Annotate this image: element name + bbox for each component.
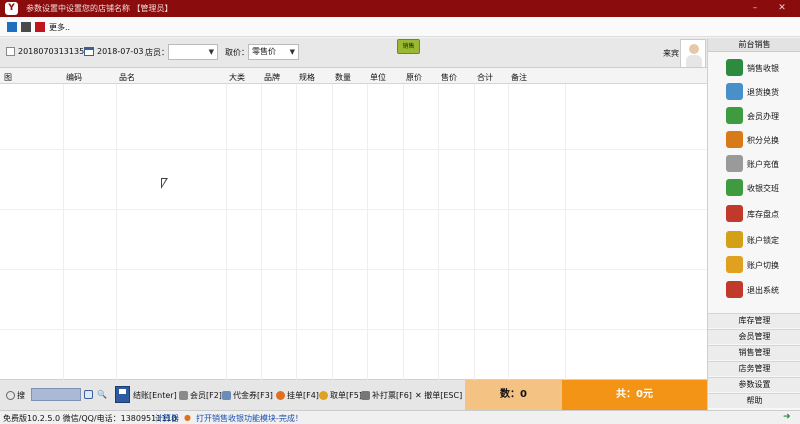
more-themes-link[interactable]: 更多.. — [49, 22, 70, 33]
column-header[interactable]: 数量 — [335, 72, 351, 83]
power-icon — [726, 281, 743, 298]
table-header: 图 编码 品名 大类 品牌 规格 数量 单位 原价 售价 合计 备注 — [0, 69, 707, 84]
status-message: 打开销售收银功能模块-完成！ — [196, 414, 303, 423]
version-info: 免费版10.2.5.0 微信/QQ/电话：13809511110 — [3, 414, 177, 423]
sidebar-item-stocktake[interactable]: 库存盘点 — [726, 204, 798, 224]
add-member-icon — [726, 107, 743, 124]
column-header[interactable]: 规格 — [299, 72, 315, 83]
refresh-icon — [726, 179, 743, 196]
total-amount: 共：0元 — [562, 380, 707, 410]
sidebar-header[interactable]: 前台销售 — [708, 38, 800, 52]
clerk-label: 店员： — [145, 48, 169, 57]
hold-icon — [276, 391, 285, 400]
price-label: 取价： — [225, 48, 249, 57]
title-bar: Y 参数设置中设置您的店铺名称 【管理员】 – ✕ — [0, 0, 800, 17]
column-header[interactable]: 品名 — [119, 72, 135, 83]
minimize-button[interactable]: – — [747, 2, 763, 14]
arrow-right-icon[interactable]: ➜ — [783, 412, 791, 422]
sidebar-item-returns[interactable]: 退货换货 — [726, 82, 798, 102]
sidebar: 前台销售 销售收银 退货换货 会员办理 积分兑换 账户充值 收银交班 库存盘点 … — [707, 38, 800, 410]
calculator-link[interactable]: 计算器 — [155, 413, 179, 424]
sidebar-item-switch-account[interactable]: 账户切换 — [726, 255, 798, 275]
price-type-select[interactable]: 零售价 ▼ — [248, 44, 299, 60]
person-body-icon — [686, 55, 702, 67]
cash-register-icon — [726, 59, 743, 76]
keyboard-icon[interactable] — [84, 390, 95, 399]
menu-settings[interactable]: 参数设置 — [708, 377, 800, 392]
mouse-pointer-icon — [161, 178, 168, 189]
close-button[interactable]: ✕ — [774, 2, 790, 14]
member-button[interactable]: 会员[F2] — [179, 390, 222, 401]
theme-swatch-red[interactable] — [35, 22, 45, 32]
save-icon — [115, 386, 130, 403]
column-header[interactable]: 图 — [4, 72, 12, 83]
document-icon — [6, 47, 15, 56]
sidebar-item-recharge[interactable]: 账户充值 — [726, 154, 798, 174]
clerk-select[interactable]: ▼ — [168, 44, 218, 60]
date-picker[interactable]: 2018-07-03 — [84, 47, 144, 56]
column-header[interactable]: 备注 — [511, 72, 527, 83]
menu-store[interactable]: 店务管理 — [708, 361, 800, 376]
menu-help[interactable]: 帮助 — [708, 393, 800, 408]
menu-sales[interactable]: 销售管理 — [708, 345, 800, 360]
chevron-down-icon: ▼ — [289, 48, 295, 56]
menu-members[interactable]: 会员管理 — [708, 329, 800, 344]
search-icon[interactable]: 🔍 — [97, 390, 107, 399]
column-header[interactable]: 合计 — [477, 72, 493, 83]
column-header[interactable]: 原价 — [406, 72, 422, 83]
sidebar-item-lock[interactable]: 账户锁定 — [726, 230, 798, 250]
theme-bar: 更多.. — [0, 17, 800, 37]
sidebar-item-sales-checkout[interactable]: 销售收银 — [726, 58, 798, 78]
sidebar-item-exit[interactable]: 退出系统 — [726, 280, 798, 300]
column-header[interactable]: 售价 — [441, 72, 457, 83]
filter-bar: 20180703131350 2018-07-03 店员： ▼ 取价： 零售价 ▼ — [0, 38, 707, 68]
sidebar-item-shift-handover[interactable]: 收银交班 — [726, 178, 798, 198]
lock-icon — [726, 231, 743, 248]
sidebar-item-points[interactable]: 积分兑换 — [726, 130, 798, 150]
search-label: 搜 — [6, 390, 25, 401]
column-header[interactable]: 编码 — [66, 72, 82, 83]
column-header[interactable]: 品牌 — [264, 72, 280, 83]
printer-icon — [361, 391, 370, 400]
person-head-icon — [689, 44, 699, 54]
menu-inventory[interactable]: 库存管理 — [708, 313, 800, 328]
sales-item-table[interactable]: 图 编码 品名 大类 品牌 规格 数量 单位 原价 售价 合计 备注 — [0, 69, 707, 380]
retrieve-icon — [319, 391, 328, 400]
reprint-button[interactable]: 补打票[F6] — [361, 390, 412, 401]
retrieve-order-button[interactable]: 取单[F5] — [319, 390, 362, 401]
switch-user-icon — [726, 256, 743, 273]
points-icon — [726, 131, 743, 148]
settle-button[interactable]: 结账[Enter] — [133, 390, 177, 401]
sidebar-item-membership[interactable]: 会员办理 — [726, 106, 798, 126]
order-number: 20180703131350 — [6, 47, 89, 56]
recharge-icon — [726, 155, 743, 172]
close-icon: ✕ — [415, 391, 422, 400]
theme-swatch-gray[interactable] — [21, 22, 31, 32]
column-header[interactable]: 大类 — [229, 72, 245, 83]
member-icon — [179, 391, 188, 400]
cancel-order-button[interactable]: ✕ 撤单[ESC] — [415, 390, 462, 401]
sales-mode-tag: 销售 — [397, 39, 420, 54]
avatar[interactable] — [680, 39, 706, 68]
status-bar: 免费版10.2.5.0 微信/QQ/电话：13809511110 计算器 ● 打… — [0, 410, 800, 424]
hold-order-button[interactable]: 挂单[F4] — [276, 390, 319, 401]
barcode-scan-icon — [6, 391, 15, 400]
inventory-icon — [726, 205, 743, 222]
return-icon — [726, 83, 743, 100]
calendar-icon — [84, 47, 94, 56]
chevron-down-icon: ▼ — [208, 48, 214, 56]
item-count: 数：0 — [465, 380, 562, 410]
search-input[interactable] — [31, 388, 81, 401]
app-logo-icon: Y — [5, 2, 18, 15]
column-header[interactable]: 单位 — [370, 72, 386, 83]
info-icon: ● — [184, 413, 191, 422]
window-title: 参数设置中设置您的店铺名称 【管理员】 — [26, 4, 173, 13]
guest-label: 来宾 — [663, 49, 679, 58]
voucher-icon — [222, 391, 231, 400]
voucher-button[interactable]: 代金券[F3] — [222, 390, 273, 401]
theme-swatch-blue[interactable] — [7, 22, 17, 32]
